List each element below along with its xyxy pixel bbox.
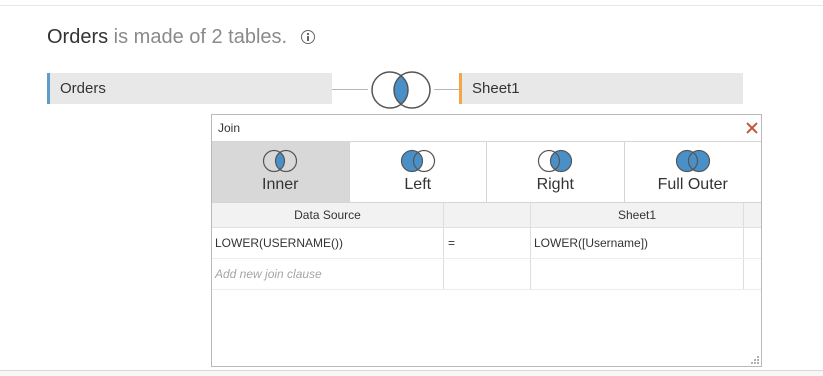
join-clause-grid: Data Source Sheet1 LOWER(USERNAME()) = L… [212, 203, 761, 290]
add-clause-right-cell [531, 259, 744, 289]
join-type-selector: Inner Left Right Full Outer [212, 142, 761, 203]
join-clause-spacer [744, 228, 761, 258]
join-type-label: Right [536, 176, 574, 193]
table-pill-orders[interactable]: Orders [47, 73, 332, 104]
join-clause-row[interactable]: LOWER(USERNAME()) = LOWER([Username]) [212, 228, 761, 259]
add-join-clause-input[interactable]: Add new join clause [212, 259, 444, 289]
bottom-divider [0, 370, 823, 376]
table-pill-label: Sheet1 [472, 80, 520, 97]
title-description: is made of 2 tables. [108, 26, 288, 48]
join-type-label: Left [404, 176, 432, 193]
join-type-label: Inner [262, 176, 299, 193]
join-clause-operator[interactable]: = [444, 228, 531, 258]
table-pill-label: Orders [60, 80, 106, 97]
table-pill-sheet1[interactable]: Sheet1 [459, 73, 743, 104]
right-join-icon [538, 149, 573, 173]
column-header-spacer [744, 203, 761, 227]
column-header-sheet1: Sheet1 [531, 203, 744, 227]
join-type-left[interactable]: Left [350, 142, 487, 202]
add-join-clause-row[interactable]: Add new join clause [212, 259, 761, 290]
full-outer-join-icon [675, 149, 710, 173]
join-dialog-header: Join [212, 115, 761, 142]
join-clause-header-row: Data Source Sheet1 [212, 203, 761, 228]
join-link-line-left [332, 89, 372, 90]
close-icon[interactable] [745, 121, 759, 135]
join-link-line-right [430, 89, 459, 90]
title-table-name: Orders [47, 26, 109, 48]
join-clause-left-field[interactable]: LOWER(USERNAME()) [212, 228, 444, 258]
top-divider [0, 0, 823, 6]
join-type-full-outer[interactable]: Full Outer [625, 142, 762, 202]
page-title: Orders is made of 2 tables. [47, 26, 315, 49]
left-join-icon [400, 149, 435, 173]
join-type-inner[interactable]: Inner [212, 142, 350, 202]
join-dialog-title: Join [218, 121, 241, 135]
column-header-data-source: Data Source [212, 203, 444, 227]
join-type-label: Full Outer [657, 176, 728, 193]
inner-join-icon [263, 149, 298, 173]
inner-join-venn-icon[interactable] [368, 70, 434, 110]
join-clause-right-field[interactable]: LOWER([Username]) [531, 228, 744, 258]
add-clause-operator-cell [444, 259, 531, 289]
add-clause-spacer [744, 259, 761, 289]
join-type-right[interactable]: Right [487, 142, 625, 202]
info-icon[interactable] [300, 30, 315, 44]
join-dialog: Join Inner Left Right Full Outer Data So… [211, 114, 762, 367]
resize-grip-icon[interactable] [750, 355, 759, 364]
column-header-operator [444, 203, 531, 227]
